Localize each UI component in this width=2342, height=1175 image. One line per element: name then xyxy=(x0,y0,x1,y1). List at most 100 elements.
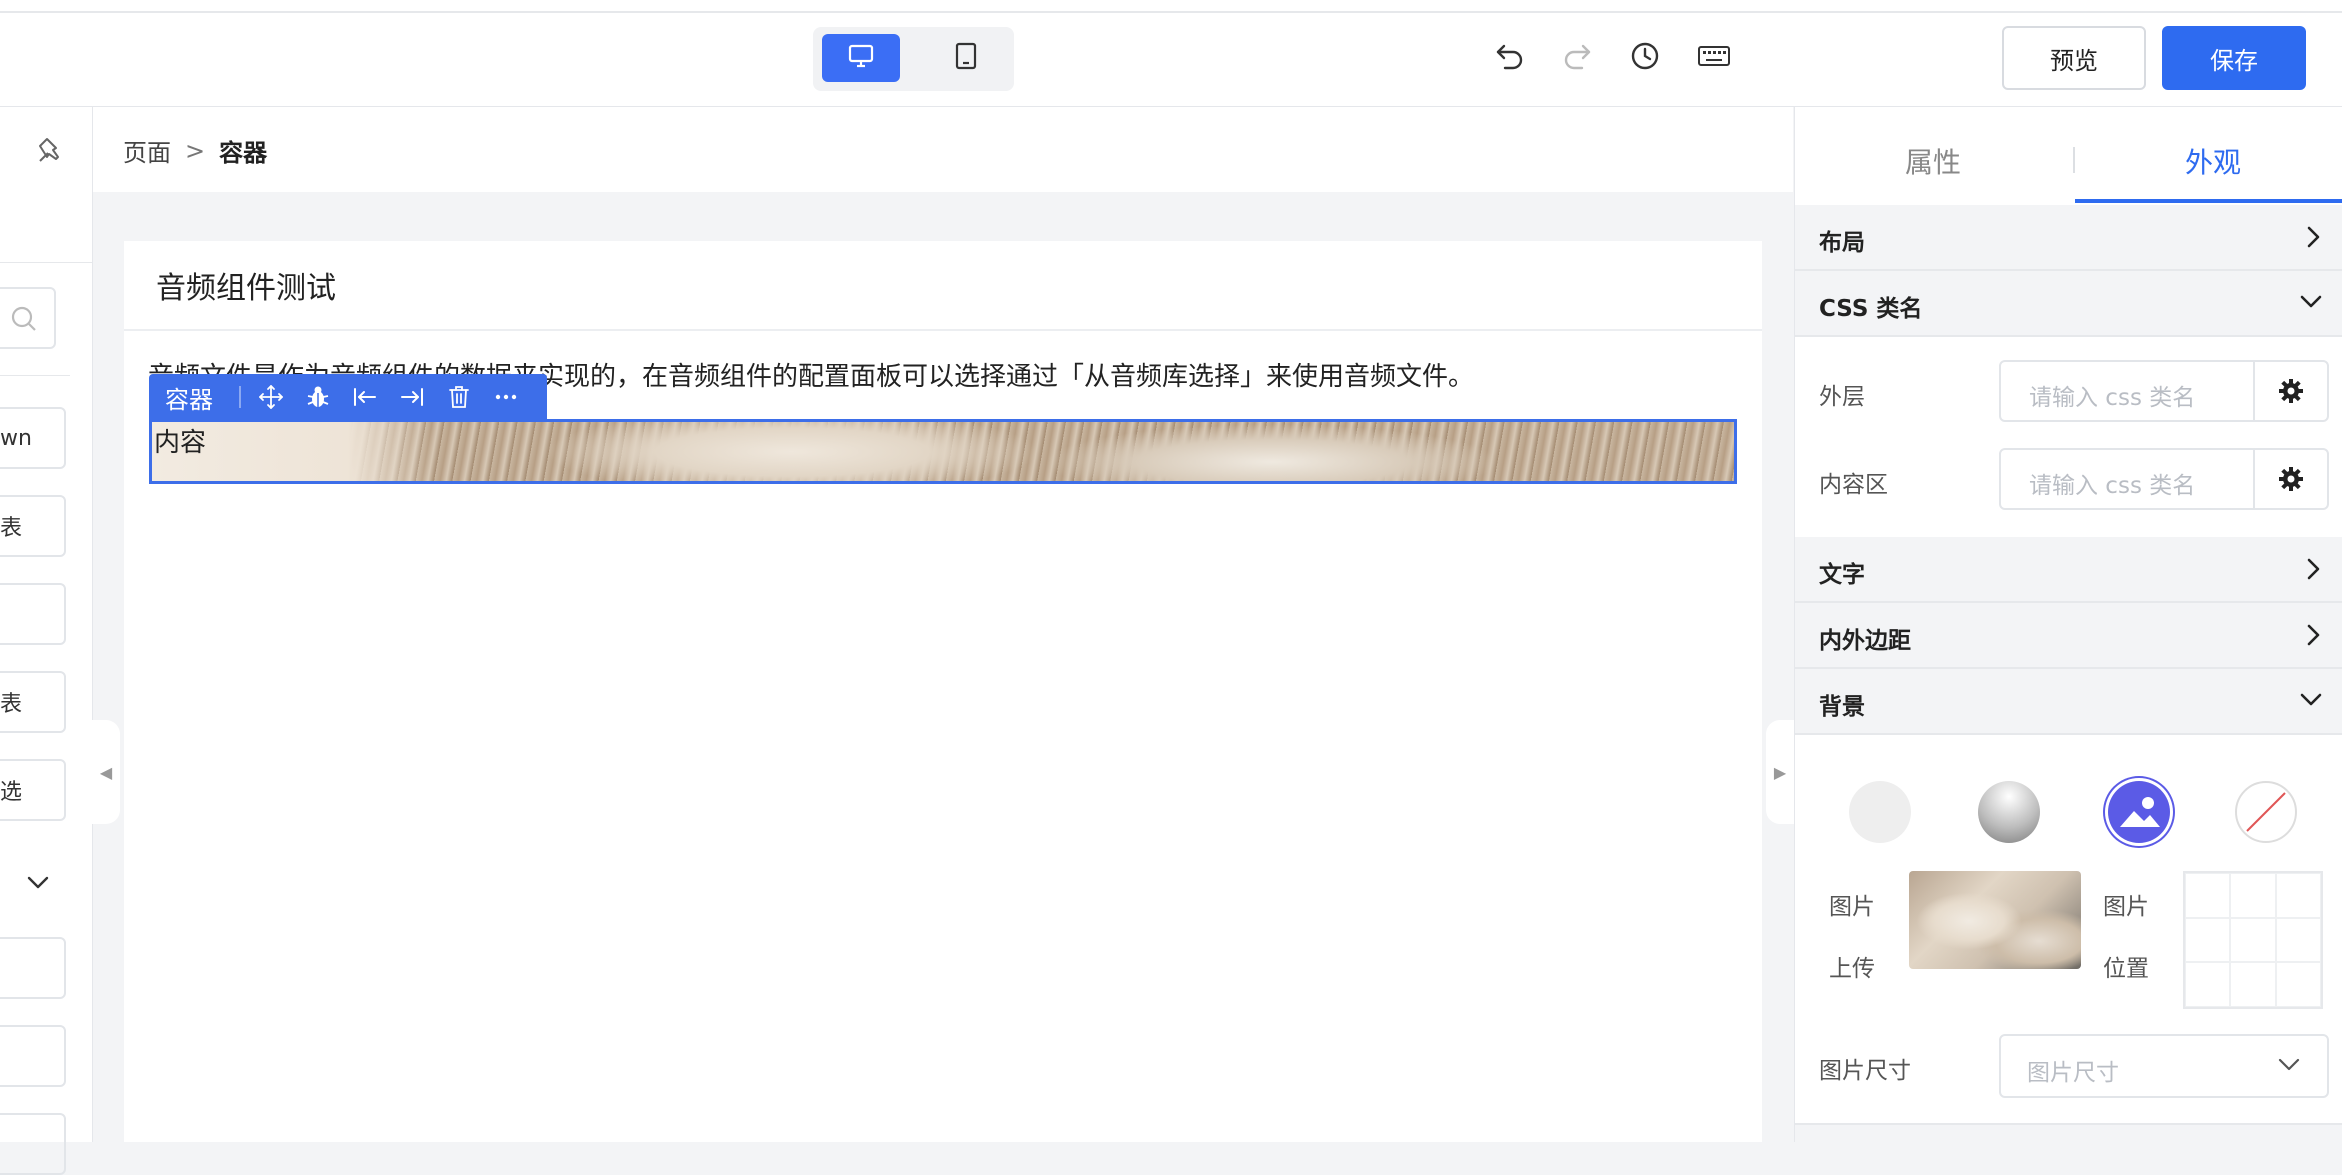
top-divider xyxy=(0,11,2342,13)
container-content-text[interactable]: 内容 xyxy=(154,422,206,459)
content-class-placeholder: 请输入 css 类名 xyxy=(2029,473,2196,499)
component-item[interactable] xyxy=(0,1113,66,1175)
solid-color-icon[interactable] xyxy=(1849,781,1911,843)
pin-icon[interactable] xyxy=(36,135,66,169)
position-cell[interactable] xyxy=(2230,873,2276,918)
gear-icon[interactable] xyxy=(2253,362,2327,420)
undo-icon[interactable] xyxy=(1492,38,1528,74)
component-item[interactable]: wn xyxy=(0,407,66,469)
image-upload-label: 图片 xyxy=(1829,894,1875,920)
chevron-down-icon[interactable] xyxy=(26,875,50,895)
active-tab-indicator xyxy=(2075,199,2342,203)
component-item[interactable]: 选 xyxy=(0,759,66,821)
content-class-label: 内容区 xyxy=(1819,472,1888,498)
preview-button[interactable]: 预览 xyxy=(2002,26,2146,90)
position-cell[interactable] xyxy=(2185,873,2231,918)
more-icon[interactable] xyxy=(490,381,522,413)
selected-container[interactable]: 内容 xyxy=(149,419,1737,484)
collapse-left-panel-handle[interactable]: ◀ xyxy=(92,720,120,824)
component-search-input[interactable] xyxy=(0,287,56,349)
delete-icon[interactable] xyxy=(443,381,475,413)
outer-class-input[interactable]: 请输入 css 类名 xyxy=(1999,360,2329,422)
image-thumbnail[interactable] xyxy=(1909,871,2081,969)
position-cell[interactable] xyxy=(2185,962,2231,1007)
bug-icon[interactable] xyxy=(302,381,334,413)
chevron-down-icon xyxy=(2299,291,2323,315)
breadcrumb-separator: > xyxy=(185,136,206,165)
selected-component-label[interactable]: 容器 xyxy=(149,380,231,415)
tab-properties[interactable]: 属性 xyxy=(1905,141,1961,181)
component-item[interactable] xyxy=(0,1025,66,1087)
left-panel: wn 表 表 选 xyxy=(0,107,93,1175)
section-css-class[interactable]: CSS 类名 xyxy=(1795,271,2342,337)
image-position-grid[interactable] xyxy=(2183,871,2323,1009)
card-divider xyxy=(124,329,1762,331)
gradient-icon[interactable] xyxy=(1978,781,2040,843)
image-position-label: 图片 xyxy=(2103,894,2149,920)
component-item[interactable]: 表 xyxy=(0,671,66,733)
top-toolbar: 预览 保存 xyxy=(0,0,2342,107)
keyboard-icon[interactable] xyxy=(1696,38,1732,74)
card-title[interactable]: 音频组件测试 xyxy=(156,263,336,307)
position-cell[interactable] xyxy=(2230,917,2276,963)
align-left-icon[interactable] xyxy=(349,381,381,413)
tablet-mode-button[interactable] xyxy=(927,34,1005,82)
history-icon[interactable] xyxy=(1627,38,1663,74)
component-item[interactable]: 表 xyxy=(0,495,66,557)
panel-tabs: 属性 外观 xyxy=(1795,107,2342,203)
image-icon[interactable] xyxy=(2108,781,2170,843)
section-title: 布局 xyxy=(1819,230,1865,256)
tablet-icon xyxy=(955,42,977,74)
none-icon[interactable] xyxy=(2235,781,2297,843)
chevron-down-icon xyxy=(2277,1056,2301,1078)
image-size-select[interactable]: 图片尺寸 xyxy=(1999,1034,2329,1098)
canvas-header: 页面 > 容器 xyxy=(93,107,1793,192)
next-section-strip xyxy=(1795,1123,2342,1144)
section-title: 文字 xyxy=(1819,562,1865,588)
chevron-right-icon xyxy=(2303,557,2323,585)
image-position-label-2: 位置 xyxy=(2103,956,2149,982)
desktop-icon xyxy=(848,44,874,72)
section-title: 内外边距 xyxy=(1819,628,1911,654)
left-panel-divider xyxy=(0,262,92,263)
outer-class-label: 外层 xyxy=(1819,384,1865,410)
search-icon xyxy=(10,305,38,337)
position-cell[interactable] xyxy=(2275,917,2321,963)
image-upload-label-2: 上传 xyxy=(1829,956,1875,982)
tab-separator xyxy=(2073,147,2075,173)
chevron-right-icon xyxy=(2303,623,2323,651)
position-cell[interactable] xyxy=(2185,917,2231,963)
component-item[interactable] xyxy=(0,937,66,999)
breadcrumb-root[interactable]: 页面 xyxy=(123,133,171,168)
caret-left-icon: ◀ xyxy=(99,762,113,782)
outer-class-placeholder: 请输入 css 类名 xyxy=(2029,385,2196,411)
content-class-input[interactable]: 请输入 css 类名 xyxy=(1999,448,2329,510)
redo-icon[interactable] xyxy=(1559,38,1595,74)
toolbar-separator xyxy=(239,386,241,408)
image-size-placeholder: 图片尺寸 xyxy=(2027,1060,2119,1086)
breadcrumb-current: 容器 xyxy=(219,139,268,167)
section-background[interactable]: 背景 xyxy=(1795,669,2342,735)
tab-appearance[interactable]: 外观 xyxy=(2185,141,2241,181)
section-text[interactable]: 文字 xyxy=(1795,537,2342,603)
position-cell[interactable] xyxy=(2275,873,2321,918)
align-right-icon[interactable] xyxy=(396,381,428,413)
collapse-right-panel-handle[interactable]: ▶ xyxy=(1766,720,1794,824)
position-cell[interactable] xyxy=(2275,962,2321,1007)
right-panel: 属性 外观 布局 CSS 类名 外层 请输入 css 类名 内容区 请输入 cs… xyxy=(1794,107,2342,1144)
left-panel-divider-2 xyxy=(0,375,70,376)
component-item[interactable] xyxy=(0,583,66,645)
chevron-right-icon xyxy=(2303,225,2323,253)
chevron-down-icon xyxy=(2299,689,2323,713)
selection-toolbar: 容器 xyxy=(149,374,547,420)
save-button[interactable]: 保存 xyxy=(2162,26,2306,90)
move-icon[interactable] xyxy=(255,381,287,413)
device-switcher xyxy=(813,27,1014,91)
caret-right-icon: ▶ xyxy=(1773,762,1787,782)
gear-icon[interactable] xyxy=(2253,450,2327,508)
section-spacing[interactable]: 内外边距 xyxy=(1795,603,2342,669)
desktop-mode-button[interactable] xyxy=(822,34,900,82)
section-title: 背景 xyxy=(1819,694,1865,720)
section-layout[interactable]: 布局 xyxy=(1795,205,2342,271)
position-cell[interactable] xyxy=(2230,962,2276,1007)
